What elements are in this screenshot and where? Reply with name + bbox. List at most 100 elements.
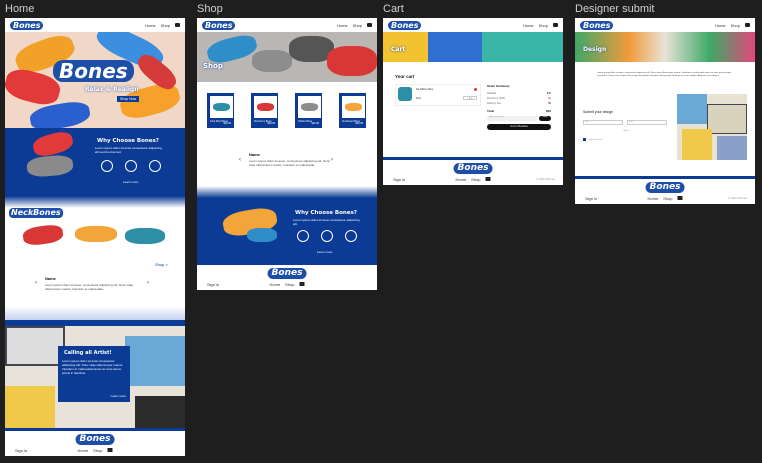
product-card[interactable]: Cool Wool Bone $29.99 (207, 93, 234, 128)
footer-shop-link[interactable]: Shop (285, 282, 294, 287)
chevron-left-icon[interactable]: ‹ (239, 157, 241, 163)
chevron-right-icon[interactable]: › (147, 280, 149, 286)
bone-image[interactable] (21, 223, 65, 247)
sign-in-link[interactable]: Sign in (585, 196, 597, 201)
nav-shop-link[interactable]: Shop (731, 23, 740, 28)
footer-home-link[interactable]: Home (455, 177, 466, 182)
bone-image[interactable] (75, 226, 117, 242)
agree-checkbox[interactable] (583, 138, 586, 141)
upload-link[interactable]: Upload (623, 130, 629, 132)
frame-label-cart: Cart (383, 3, 404, 15)
quantity-stepper[interactable]: - 1 + (463, 96, 477, 100)
patch-pattern (717, 136, 747, 160)
shop-nav: Bones Home Shop (197, 18, 377, 32)
neckbones-title: NeckBones (9, 208, 63, 218)
review-text: Lorem ipsum dolor sit amet, consectetur … (249, 159, 330, 167)
product-price: $29.99 (267, 122, 275, 125)
cart-icon[interactable] (485, 177, 491, 181)
why-text: Lorem ipsum dolor sit amet consectetur a… (95, 146, 162, 154)
product-card[interactable]: Sunkissed Bone $29.99 (339, 93, 366, 128)
cart-icon[interactable] (553, 22, 558, 27)
bone-image (205, 32, 259, 67)
bone-image (301, 103, 318, 111)
why-title: Why Choose Bones? (295, 210, 357, 216)
order-summary: Order Summary Subtotal $44 Discount (-20%… (487, 84, 551, 136)
learn-more-link[interactable]: Learn more (123, 180, 138, 184)
footer-shop-link[interactable]: Shop (663, 196, 672, 201)
section-fade (5, 196, 185, 208)
footer-shop-link[interactable]: Shop (471, 177, 480, 182)
settings-icon (345, 230, 357, 242)
artist-learn-more[interactable]: Learn more (111, 394, 126, 398)
settings-icon (149, 160, 161, 172)
nav-logo[interactable]: Bones (580, 20, 614, 30)
product-price: $29.99 (355, 122, 363, 125)
artist-card: Calling all Artist! Lorem ipsum dolor si… (58, 346, 130, 402)
cart-icon[interactable] (745, 22, 750, 27)
bone-image (31, 129, 75, 159)
bone-image (213, 103, 230, 111)
nav-logo[interactable]: Bones (388, 20, 422, 30)
footer-logo[interactable]: Bones (267, 268, 307, 279)
nav-logo[interactable]: Bones (202, 20, 236, 30)
designer-frame[interactable]: Bones Home Shop Design Lorem ipsum dolor… (575, 18, 755, 204)
spine-icon (125, 160, 137, 172)
summary-row: Subtotal $44 (487, 92, 551, 95)
home-hero: Bones Relax & Realign Shop Now (5, 32, 185, 128)
cart-icon[interactable] (107, 448, 113, 452)
shop-link[interactable]: Shop > (155, 262, 168, 267)
nav-home-link[interactable]: Home (523, 23, 534, 28)
cart-frame[interactable]: Bones Home Shop Cart Your cart NeckBone … (383, 18, 563, 185)
sign-in-link[interactable]: Sign in (15, 448, 27, 453)
footer-logo[interactable]: Bones (645, 182, 685, 193)
sign-in-link[interactable]: Sign in (207, 282, 219, 287)
checkout-button[interactable]: Go to Checkout (487, 124, 551, 130)
shop-now-button[interactable]: Shop Now (117, 96, 140, 102)
chevron-right-icon[interactable]: › (331, 157, 333, 163)
product-card[interactable]: Hellion Bone $29.99 (295, 93, 322, 128)
nav-shop-link[interactable]: Shop (539, 23, 548, 28)
nav-home-link[interactable]: Home (337, 23, 348, 28)
last-name-field[interactable]: Last (627, 120, 667, 125)
footer-home-link[interactable]: Home (269, 282, 280, 287)
cart-icon[interactable] (175, 22, 180, 27)
footer-home-link[interactable]: Home (647, 196, 658, 201)
sign-in-link[interactable]: Sign in (393, 177, 405, 182)
why-title: Why Choose Bones? (97, 138, 159, 144)
patchwork-image (677, 94, 747, 160)
summary-row: Delivery Fee $5 (487, 102, 551, 105)
nav-home-link[interactable]: Home (145, 23, 156, 28)
cart-item-list: NeckBone Blue Kids - 1 + (395, 84, 481, 106)
footer-home-link[interactable]: Home (77, 448, 88, 453)
footer-logo[interactable]: Bones (75, 434, 115, 445)
delete-icon[interactable] (474, 88, 477, 91)
patch-pattern (5, 326, 65, 366)
agree-label: I agree to terms (588, 138, 603, 141)
shop-frame[interactable]: Bones Home Shop Shop Cool Wool Bone $29.… (197, 18, 377, 290)
chevron-left-icon[interactable]: ‹ (35, 280, 37, 286)
nav-logo[interactable]: Bones (10, 20, 44, 30)
first-name-field[interactable]: First (583, 120, 623, 125)
shop-hero-title: Shop (203, 62, 223, 70)
product-card[interactable]: Red Ferry Bone $29.99 (251, 93, 278, 128)
cart-icon[interactable] (299, 282, 305, 286)
your-cart-title: Your cart (395, 74, 415, 79)
nav-shop-link[interactable]: Shop (161, 23, 170, 28)
cart-icon[interactable] (367, 22, 372, 27)
designer-hero: Design (575, 32, 755, 62)
nav-home-link[interactable]: Home (715, 23, 726, 28)
cart-item-variant: Kids (416, 97, 421, 100)
bone-image[interactable] (125, 228, 165, 244)
patch-pattern (682, 129, 712, 160)
footer-shop-link[interactable]: Shop (93, 448, 102, 453)
promo-input[interactable]: Add promo code (487, 116, 537, 121)
nav-shop-link[interactable]: Shop (353, 23, 362, 28)
review-name: Name (45, 276, 56, 281)
patch-pattern (707, 104, 747, 134)
learn-more-link[interactable]: Learn more (317, 250, 332, 254)
home-frame[interactable]: Bones Home Shop Bones Relax & Realign Sh… (5, 18, 185, 456)
cart-icon[interactable] (677, 196, 683, 200)
hero-subtitle: Relax & Realign (85, 86, 139, 93)
apply-button[interactable]: Apply (539, 116, 551, 121)
footer-logo[interactable]: Bones (453, 163, 493, 174)
